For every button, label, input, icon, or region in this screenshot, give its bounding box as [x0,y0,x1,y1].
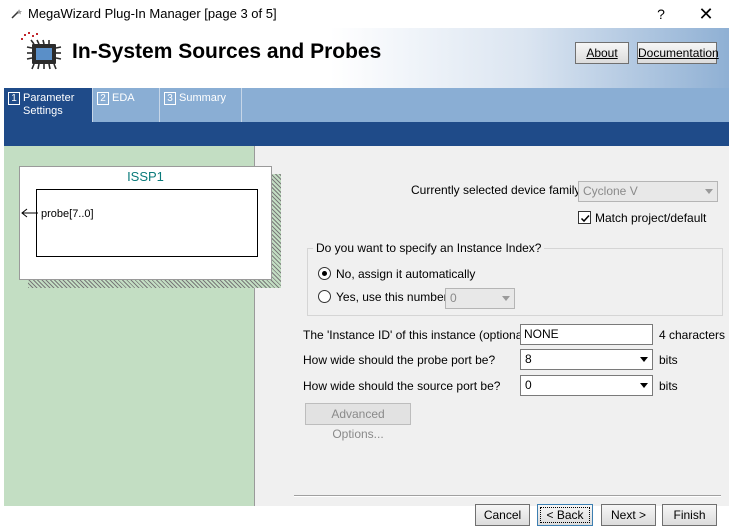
match-project-label: Match project/default [595,211,707,225]
instance-index-select[interactable]: 0 [445,288,515,309]
source-width-unit: bits [659,379,678,393]
device-family-label: Currently selected device family: [411,183,584,197]
tab-strip: 1 Parameter Settings 2 EDA 3 Summary [4,88,729,122]
next-button[interactable]: Next > [601,504,656,526]
about-button[interactable]: About [575,42,629,64]
instance-id-hint: 4 characters [659,328,726,342]
radio-auto-index-label: No, assign it automatically [336,267,476,281]
wizard-header: In-System Sources and Probes About Docum… [4,28,729,88]
tab-number: 1 [8,92,20,105]
source-width-select[interactable]: 0 [520,375,653,396]
cancel-button[interactable]: Cancel [475,504,530,526]
radio-manual-index-label: Yes, use this number [336,290,448,304]
tab-label: EDA [112,92,135,104]
radio-manual-index[interactable] [318,290,331,303]
probe-width-label: How wide should the probe port be? [303,353,496,367]
port-arrow-icon [21,208,38,218]
tab-eda[interactable]: 2 EDA [93,88,160,122]
back-button[interactable]: < Back [537,504,593,526]
instance-index-value: 0 [450,291,457,305]
probe-width-select[interactable]: 8 [520,349,653,370]
window-title: MegaWizard Plug-In Manager [page 3 of 5] [28,6,277,21]
footer-divider [294,495,721,497]
chip-icon [21,32,62,70]
tab-number: 3 [164,92,176,105]
wizard-frame: In-System Sources and Probes About Docum… [4,28,729,526]
about-label: About [586,46,618,60]
device-family-value: Cyclone V [583,184,638,198]
instance-index-question: Do you want to specify an Instance Index… [313,241,545,255]
chevron-down-icon [640,383,648,388]
instance-id-label: The 'Instance ID' of this instance (opti… [303,328,533,342]
close-button[interactable]: ✕ [692,3,720,25]
documentation-label: Documentation [638,46,719,60]
help-button[interactable]: ? [650,4,672,24]
instance-id-input[interactable]: NONE [520,324,653,345]
source-width-value: 0 [525,378,532,392]
documentation-button[interactable]: Documentation [637,42,719,64]
symbol-preview-panel: ISSP1 probe[7..0] [4,146,281,506]
symbol-body: probe[7..0] [21,189,258,257]
tab-label: Summary [179,92,227,104]
tab-summary[interactable]: 3 Summary [160,88,242,122]
chevron-down-icon [640,357,648,362]
probe-width-value: 8 [525,352,532,366]
symbol-name: ISSP1 [127,169,164,184]
probe-port-label: probe[7..0] [41,208,94,220]
radio-auto-index[interactable] [318,267,331,280]
finish-button[interactable]: Finish [662,504,717,526]
tab-number: 2 [97,92,109,105]
tab-label: Parameter Settings [23,92,75,117]
window-titlebar: MegaWizard Plug-In Manager [page 3 of 5]… [0,0,733,28]
advanced-options-button[interactable]: Advanced Options... [305,403,411,441]
page-title: In-System Sources and Probes [72,40,382,63]
match-project-checkbox[interactable] [578,211,591,224]
probe-width-unit: bits [659,353,678,367]
wand-icon [11,9,22,19]
accent-bar [4,122,729,146]
symbol-block: ISSP1 probe[7..0] [19,166,272,280]
source-width-label: How wide should the source port be? [303,379,501,393]
tab-parameter-settings[interactable]: 1 Parameter Settings [4,88,93,122]
instance-index-group: Do you want to specify an Instance Index… [307,241,723,316]
chevron-down-icon [502,296,510,301]
device-family-select[interactable]: Cyclone V [578,181,718,202]
chevron-down-icon [705,189,713,194]
checkmark-icon [580,214,590,223]
parameter-panel: Currently selected device family: Cyclon… [256,146,729,526]
